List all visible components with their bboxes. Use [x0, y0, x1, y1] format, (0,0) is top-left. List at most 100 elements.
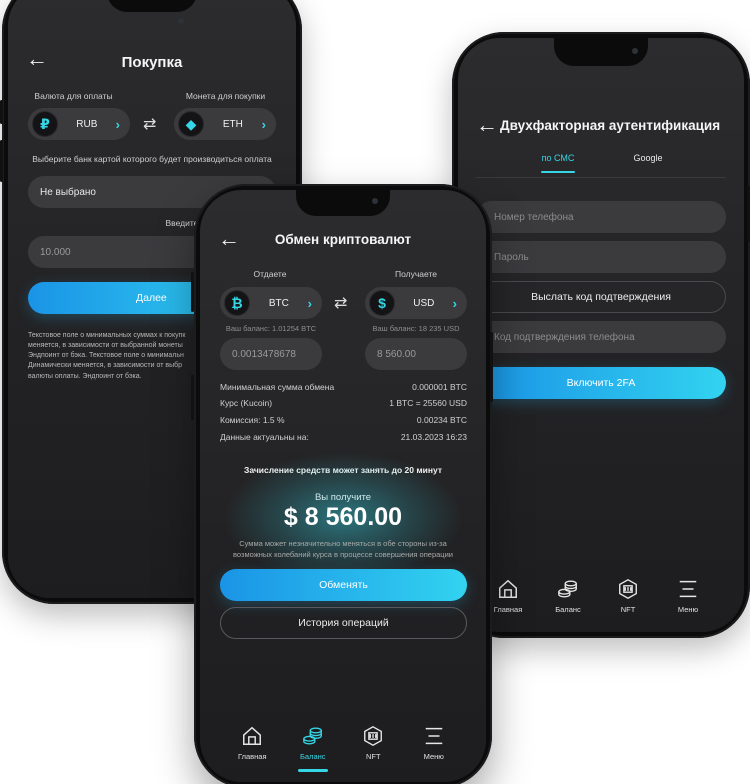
info-row: Данные актуальны на: 21.03.2023 16:23: [220, 432, 467, 442]
buy-coin-select[interactable]: ◆ ETH ›: [174, 108, 276, 140]
nav-nft[interactable]: NFT: [348, 725, 398, 761]
swap-icon[interactable]: ⇄: [334, 293, 347, 313]
give-amount-input[interactable]: 0.0013478678: [220, 338, 322, 370]
info-row: Комиссия: 1.5 % 0.00234 BTC: [220, 415, 467, 425]
bank-label: Выберите банк картой которого будет прои…: [32, 154, 272, 164]
nav-balance[interactable]: Баланс: [288, 725, 338, 772]
menu-icon: [679, 580, 697, 598]
enable-2fa-button[interactable]: Включить 2FA: [476, 367, 726, 399]
notch: [107, 0, 197, 12]
get-coin-select[interactable]: $ USD ›: [365, 287, 467, 319]
tab-sms[interactable]: по СМС: [518, 153, 598, 173]
back-arrow-icon[interactable]: ←: [476, 114, 498, 136]
tab-divider: [476, 177, 726, 178]
disclaimer-line: возможных колебаний курса в процессе сов…: [233, 549, 453, 559]
auth-tabs: по СМС Google: [518, 153, 708, 173]
page-title: Обмен криптовалют: [274, 232, 412, 247]
page-title: Покупка: [121, 54, 183, 71]
phone-exchange: ← Обмен криптовалют Отдаете Получаете ₿ …: [194, 184, 492, 784]
nav-menu[interactable]: Меню: [409, 725, 459, 761]
tab-label: по СМС: [541, 153, 575, 163]
nav-label: Главная: [493, 605, 523, 614]
bottom-nav: Главная Баланс NFT Меню: [478, 578, 718, 614]
home-icon: [243, 726, 262, 745]
page-title: Двухфакторная аутентификация: [500, 118, 721, 133]
nav-balance[interactable]: Баланс: [543, 578, 593, 614]
get-label: Получаете: [395, 269, 437, 279]
menu-icon: [425, 727, 442, 745]
info-label: Курс (Kucoin): [220, 398, 273, 408]
nav-label: Главная: [237, 752, 267, 761]
buy-coin-value: ETH: [222, 118, 243, 130]
camera: [178, 18, 184, 24]
info-label: Данные актуальны на:: [220, 432, 309, 442]
exchange-screen: ← Обмен криптовалют Отдаете Получаете ₿ …: [200, 190, 486, 782]
info-value: 21.03.2023 16:23: [400, 432, 467, 442]
tab-indicator: [541, 171, 575, 173]
code-input[interactable]: Код подтверждения телефона: [476, 321, 726, 353]
side-button: [191, 272, 194, 312]
info-value: 1 BTC = 25560 USD: [389, 398, 467, 408]
swap-icon[interactable]: ⇄: [143, 114, 156, 134]
receive-amount: $ 8 560.00: [283, 503, 403, 531]
pay-currency-value: RUB: [76, 118, 98, 130]
info-row: Минимальная сумма обмена 0.000001 BTC: [220, 382, 467, 392]
description-text: Текстовое поле о минимальных суммах к по…: [28, 331, 208, 382]
nav-label: NFT: [620, 605, 636, 614]
side-button: [490, 332, 493, 402]
nav-label: NFT: [365, 752, 381, 761]
bottom-nav: Главная Баланс NFT Меню: [222, 725, 464, 772]
side-button: [191, 375, 194, 420]
get-amount-input[interactable]: 8 560.00: [365, 338, 467, 370]
phone-2fa: ← Двухфакторная аутентификация по СМС Go…: [452, 32, 750, 638]
ruble-icon: ₽: [32, 111, 58, 137]
dollar-icon: $: [369, 290, 395, 316]
phone-input[interactable]: Номер телефона: [476, 201, 726, 233]
get-coin-value: USD: [413, 297, 435, 309]
nav-nft[interactable]: NFT: [603, 578, 653, 614]
ethereum-icon: ◆: [178, 111, 204, 137]
nft-icon: [364, 726, 383, 746]
coins-icon: [302, 727, 322, 745]
nav-label: Баланс: [299, 752, 326, 761]
password-input[interactable]: Пароль: [476, 241, 726, 273]
active-indicator: [297, 769, 328, 772]
twofa-screen: ← Двухфакторная аутентификация по СМС Go…: [458, 38, 744, 632]
pay-currency-select[interactable]: ₽ RUB ›: [28, 108, 130, 140]
nav-menu[interactable]: Меню: [663, 578, 713, 614]
nav-label: Баланс: [555, 605, 581, 614]
info-label: Комиссия: 1.5 %: [220, 415, 285, 425]
give-balance: Ваш баланс: 1.01254 BTC: [225, 324, 317, 333]
chevron-right-icon: ›: [307, 295, 312, 311]
description-line: Текстовое поле о минимальных суммах к по…: [28, 332, 186, 339]
home-icon: [499, 579, 517, 598]
give-label: Отдаете: [253, 269, 287, 279]
get-balance: Ваш баланс: 18 235 USD: [372, 324, 460, 333]
history-button[interactable]: История операций: [220, 607, 467, 639]
send-code-button[interactable]: Выслать код подтверждения: [476, 281, 726, 313]
camera: [372, 198, 378, 204]
nav-home[interactable]: Главная: [227, 725, 277, 761]
description-line: меняется, в зависимости от выбранной мон…: [28, 342, 183, 350]
info-value: 0.000001 BTC: [412, 382, 467, 392]
info-row: Курс (Kucoin) 1 BTC = 25560 USD: [220, 398, 467, 408]
buy-coin-label: Монета для покупки: [185, 91, 266, 101]
disclaimer: Сумма может незначительно меняться в обе…: [200, 539, 486, 560]
exchange-button[interactable]: Обменять: [220, 569, 467, 601]
description-line: валюты оплаты. Эндпоинт от бэка.: [28, 372, 142, 380]
description-line: Динамически меняется, в зависимости от в…: [28, 362, 183, 370]
give-coin-value: BTC: [268, 297, 289, 309]
nav-label: Меню: [677, 605, 699, 614]
tab-label: Google: [633, 153, 663, 163]
chevron-right-icon: ›: [261, 116, 266, 132]
bitcoin-icon: ₿: [224, 290, 250, 316]
chevron-right-icon: ›: [452, 295, 457, 311]
side-button: [0, 140, 3, 182]
info-value: 0.00234 BTC: [416, 415, 467, 425]
disclaimer-line: Сумма может незначительно меняться в обе…: [239, 539, 447, 548]
camera: [632, 48, 638, 54]
chevron-right-icon: ›: [115, 116, 120, 132]
tab-google[interactable]: Google: [608, 153, 688, 173]
side-button: [0, 100, 3, 124]
give-coin-select[interactable]: ₿ BTC ›: [220, 287, 322, 319]
